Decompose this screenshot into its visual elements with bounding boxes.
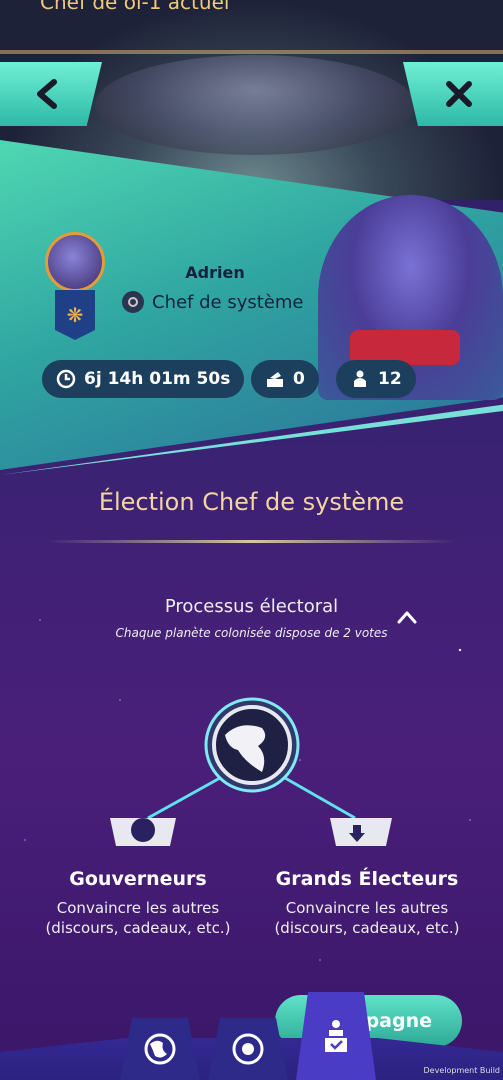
governors-desc: Convaincre les autres (discours, cadeaux… (23, 898, 253, 938)
electors-title: Grands Électeurs (275, 868, 459, 890)
campaign-button-label: pagne (365, 1010, 432, 1032)
player-avatar[interactable] (45, 232, 105, 292)
governors-title: Gouverneurs (69, 868, 207, 890)
governors-desc-line2: (discours, cadeaux, etc.) (45, 919, 231, 937)
ballot-box-icon (267, 372, 283, 387)
process-subtitle: Chaque planète colonisée dispose de 2 vo… (115, 626, 388, 640)
votes-badge: 0 (251, 360, 319, 398)
player-role: Chef de système (122, 291, 303, 313)
chevron-up-icon[interactable] (396, 608, 418, 626)
governors-node[interactable] (110, 818, 176, 846)
nav-tab-orbit[interactable] (208, 1018, 288, 1080)
title-divider (45, 540, 458, 543)
hologram-platform (95, 55, 415, 155)
governors-icon (131, 818, 155, 842)
link-governors (147, 776, 221, 820)
player-name: Adrien (185, 263, 245, 282)
close-button[interactable] (403, 62, 503, 126)
chevron-left-icon (37, 79, 57, 109)
player-banner: ❋ (55, 290, 95, 340)
top-title: Chef de ol-1 actuel (40, 0, 230, 14)
link-electors (284, 776, 356, 820)
planet-icon (144, 1033, 176, 1065)
timer-badge: 6j 14h 01m 50s (42, 360, 245, 398)
player-role-label: Chef de système (152, 291, 304, 313)
nav-tab-ballot[interactable] (296, 992, 376, 1080)
governors-desc-line1: Convaincre les autres (56, 899, 220, 917)
electors-node[interactable] (330, 818, 392, 846)
back-button[interactable] (0, 62, 102, 126)
elector-icon (354, 370, 366, 387)
timer-text: 6j 14h 01m 50s (84, 369, 231, 389)
ballot-icon (325, 1020, 347, 1052)
nav-tab-planet[interactable] (120, 1018, 200, 1080)
top-divider (0, 50, 503, 54)
system-icon (122, 291, 144, 313)
electors-desc-line2: (discours, cadeaux, etc.) (274, 919, 460, 937)
dev-build-label: Development Build (423, 1066, 500, 1075)
emblem-icon: ❋ (66, 303, 84, 327)
votes-count: 0 (293, 369, 305, 389)
process-title: Processus électoral (164, 596, 339, 617)
electors-badge: 12 (336, 360, 416, 398)
electors-desc: Convaincre les autres (discours, cadeaux… (252, 898, 482, 938)
electors-desc-line1: Convaincre les autres (285, 899, 449, 917)
planet-node[interactable] (204, 697, 300, 793)
election-title: Élection Chef de système (98, 488, 405, 516)
close-icon (446, 81, 472, 107)
electors-count: 12 (378, 369, 402, 389)
election-diagram (110, 697, 392, 846)
clock-icon (56, 369, 76, 389)
orbit-icon (232, 1033, 264, 1065)
